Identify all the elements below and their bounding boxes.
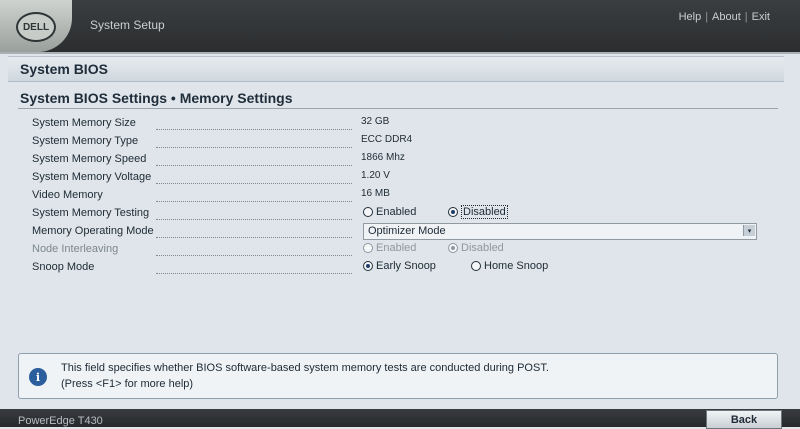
radio-off-icon [363, 243, 373, 254]
logo-area: DELL [0, 0, 72, 52]
radio-off-icon [363, 207, 373, 218]
row-node-interleaving: Node Interleaving Enabled Disabled [8, 242, 784, 260]
about-link[interactable]: About [712, 11, 741, 23]
page-title: System BIOS Settings • Memory Settings [20, 90, 293, 106]
leader-dots [156, 237, 352, 238]
memory-speed-value: 1866 Mhz [361, 152, 405, 163]
option-label: Enabled [376, 206, 417, 219]
section-banner: System BIOS [8, 56, 784, 82]
row-label: System Memory Speed [32, 153, 147, 165]
leader-dots [156, 165, 352, 166]
early-snoop-radio[interactable]: Early Snoop [363, 260, 436, 272]
row-memory-operating-mode: Memory Operating Mode Optimizer Mode ▾ [8, 223, 784, 242]
radio-off-icon [471, 261, 481, 272]
top-links: Help | About | Exit [679, 11, 770, 23]
title-divider [18, 108, 778, 109]
help-text: This field specifies whether BIOS softwa… [61, 362, 549, 390]
row-memory-size: System Memory Size 32 GB [8, 116, 784, 134]
footer-bar: PowerEdge T430 [0, 409, 800, 427]
memory-type-value: ECC DDR4 [361, 134, 413, 145]
app-title: System Setup [90, 18, 165, 32]
row-label: Snoop Mode [32, 261, 95, 273]
link-separator: | [705, 11, 709, 23]
row-snoop-mode: Snoop Mode Early Snoop Home Snoop [8, 260, 784, 278]
radio-on-icon [448, 243, 458, 254]
memory-testing-disabled-radio[interactable]: Disabled [448, 205, 508, 220]
option-label: Enabled [376, 242, 417, 255]
option-label: Disabled [461, 205, 508, 220]
memory-operating-mode-select[interactable]: Optimizer Mode ▾ [363, 223, 757, 240]
node-interleaving-disabled-radio: Disabled [448, 242, 504, 254]
radio-on-icon [448, 207, 458, 218]
home-snoop-radio[interactable]: Home Snoop [471, 260, 548, 272]
row-memory-testing: System Memory Testing Enabled Disabled [8, 205, 784, 224]
row-label: Memory Operating Mode [32, 225, 154, 237]
memory-size-value: 32 GB [361, 116, 390, 127]
row-label: Node Interleaving [32, 243, 119, 255]
exit-link[interactable]: Exit [752, 11, 770, 23]
system-model: PowerEdge T430 [18, 415, 103, 427]
section-title: System BIOS [20, 61, 108, 77]
select-value: Optimizer Mode [368, 225, 446, 237]
leader-dots [156, 219, 352, 220]
leader-dots [156, 183, 352, 184]
option-label: Early Snoop [376, 260, 436, 273]
leader-dots [156, 129, 352, 130]
help-link[interactable]: Help [679, 11, 702, 23]
info-icon: i [29, 368, 47, 386]
dell-logo: DELL [16, 12, 56, 42]
dropdown-arrow-icon[interactable]: ▾ [743, 225, 755, 236]
video-memory-value: 16 MB [361, 188, 390, 199]
row-memory-voltage: System Memory Voltage 1.20 V [8, 170, 784, 188]
row-memory-type: System Memory Type ECC DDR4 [8, 134, 784, 152]
leader-dots [156, 273, 352, 274]
row-label: System Memory Size [32, 117, 136, 129]
row-label: System Memory Type [32, 135, 139, 147]
option-label: Home Snoop [484, 260, 549, 273]
help-box: i This field specifies whether BIOS soft… [18, 353, 778, 399]
row-memory-speed: System Memory Speed 1866 Mhz [8, 152, 784, 170]
radio-on-icon [363, 261, 373, 272]
row-label: System Memory Testing [32, 207, 150, 219]
row-video-memory: Video Memory 16 MB [8, 188, 784, 206]
back-button[interactable]: Back [706, 410, 782, 429]
row-label: Video Memory [32, 189, 103, 201]
option-label: Disabled [461, 242, 504, 255]
title-bar: DELL System Setup Help | About | Exit [0, 0, 800, 54]
link-separator: | [744, 11, 748, 23]
node-interleaving-enabled-radio: Enabled [363, 242, 416, 254]
leader-dots [156, 255, 352, 256]
row-label: System Memory Voltage [32, 171, 152, 183]
memory-testing-enabled-radio[interactable]: Enabled [363, 206, 416, 218]
leader-dots [156, 147, 352, 148]
memory-voltage-value: 1.20 V [361, 170, 390, 181]
settings-panel: System BIOS Settings • Memory Settings S… [8, 84, 784, 350]
leader-dots [156, 201, 352, 202]
logo-text: DELL [22, 21, 50, 33]
